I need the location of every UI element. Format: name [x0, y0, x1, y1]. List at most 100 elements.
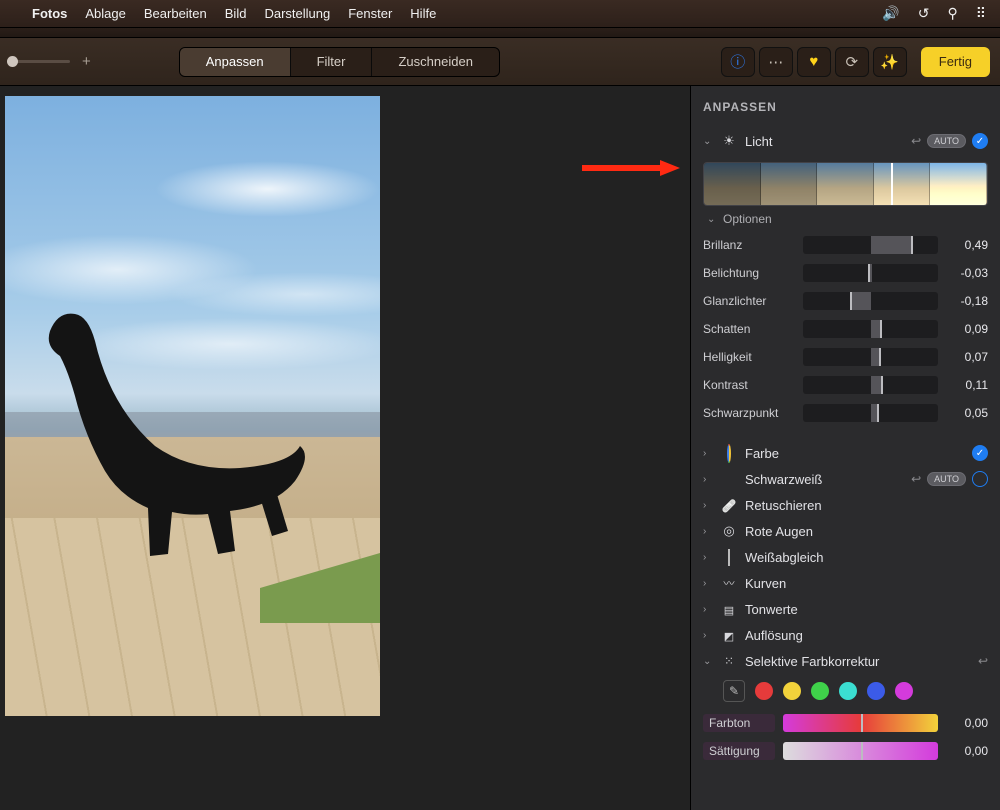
tab-adjust[interactable]: Anpassen [180, 48, 291, 76]
slider-label: Farbton [703, 714, 775, 732]
retouch-icon [721, 498, 737, 513]
menu-help[interactable]: Hilfe [410, 6, 436, 21]
section-bw-label: Schwarzweiß [745, 472, 903, 487]
app-name[interactable]: Fotos [32, 6, 67, 21]
undo-icon[interactable]: ↩ [911, 134, 921, 148]
more-button[interactable]: ⋯ [759, 47, 793, 77]
section-color[interactable]: › Farbe ✓ [703, 440, 988, 466]
slider-hue[interactable]: Farbton 0,00 [703, 710, 988, 735]
chevron-right-icon: › [703, 526, 713, 537]
slider-belichtung[interactable]: Belichtung -0,03 [703, 260, 988, 285]
swatch-cyan[interactable] [839, 682, 857, 700]
menu-window[interactable]: Fenster [348, 6, 392, 21]
slider-label: Helligkeit [703, 350, 795, 364]
slider-label: Belichtung [703, 266, 795, 280]
slider-label: Sättigung [703, 742, 775, 760]
swatch-red[interactable] [755, 682, 773, 700]
chevron-down-icon: ⌄ [703, 656, 713, 667]
slider-label: Glanzlichter [703, 294, 795, 308]
done-button[interactable]: Fertig [921, 47, 990, 77]
slider-label: Brillanz [703, 238, 795, 252]
mode-segmented-control: Anpassen Filter Zuschneiden [179, 47, 500, 77]
section-color-label: Farbe [745, 446, 964, 461]
zoom-slider[interactable] [10, 60, 70, 63]
swatch-yellow[interactable] [783, 682, 801, 700]
chevron-right-icon: › [703, 604, 713, 615]
auto-button[interactable]: AUTO [927, 134, 966, 148]
slider-value: 0,09 [946, 322, 988, 336]
chevron-down-icon: ⌄ [703, 136, 713, 147]
favorite-button[interactable]: ♥ [797, 47, 831, 77]
slider-kontrast[interactable]: Kontrast0,11 [703, 372, 988, 397]
info-button[interactable]: ⓘ [721, 47, 755, 77]
section-redeye[interactable]: › Rote Augen [703, 518, 988, 544]
swatch-magenta[interactable] [895, 682, 913, 700]
light-thumbnail-strip[interactable] [703, 162, 988, 206]
chevron-right-icon: › [703, 448, 713, 459]
section-bw[interactable]: › Schwarzweiß ↩ AUTO [703, 466, 988, 492]
section-redeye-label: Rote Augen [745, 524, 988, 539]
section-definition[interactable]: › Auflösung [703, 622, 988, 648]
light-options-header[interactable]: ⌄ Optionen [707, 212, 988, 226]
slider-value: 0,07 [946, 350, 988, 364]
menu-view[interactable]: Darstellung [264, 6, 330, 21]
curves-icon [721, 575, 737, 591]
slider-schatten[interactable]: Schatten 0,09 [703, 316, 988, 341]
window-titlebar [0, 28, 1000, 38]
control-center-icon[interactable]: ⠿ [976, 5, 986, 22]
photo-preview [5, 96, 380, 716]
color-icon [727, 444, 731, 463]
undo-icon[interactable]: ↩ [978, 654, 988, 668]
slider-value: -0,03 [946, 266, 988, 280]
section-selective-color-label: Selektive Farbkorrektur [745, 654, 970, 669]
section-light-label: Licht [745, 134, 903, 149]
rotate-button[interactable]: ⟳ [835, 47, 869, 77]
swatch-blue[interactable] [867, 682, 885, 700]
menu-edit[interactable]: Bearbeiten [144, 6, 207, 21]
section-whitebalance-label: Weißabgleich [745, 550, 988, 565]
adjust-sidebar: ANPASSEN ⌄ ☀ Licht ↩ AUTO ✓ ⌄ Optionen B… [690, 86, 1000, 810]
undo-icon[interactable]: ↩ [911, 472, 921, 486]
section-curves[interactable]: › Kurven [703, 570, 988, 596]
color-swatch-row: ✎ [723, 680, 988, 702]
section-light[interactable]: ⌄ ☀ Licht ↩ AUTO ✓ [703, 128, 988, 154]
chevron-down-icon: ⌄ [707, 214, 717, 225]
slider-brillanz[interactable]: Brillanz0,49 [703, 232, 988, 257]
menu-file[interactable]: Ablage [85, 6, 125, 21]
selective-color-icon: ⁙ [721, 654, 737, 668]
edit-toolbar: + Anpassen Filter Zuschneiden ⓘ ⋯ ♥ ⟳ ✨ … [0, 38, 1000, 86]
timemachine-icon[interactable]: ↺ [918, 5, 930, 22]
menu-image[interactable]: Bild [225, 6, 247, 21]
swatch-green[interactable] [811, 682, 829, 700]
section-disabled-check-icon[interactable] [972, 471, 988, 487]
tab-crop[interactable]: Zuschneiden [372, 48, 498, 76]
eyedropper-button[interactable]: ✎ [723, 680, 745, 702]
slider-value: 0,00 [946, 716, 988, 730]
volume-icon[interactable]: 🔊 [882, 5, 899, 22]
tab-filter[interactable]: Filter [291, 48, 373, 76]
section-enabled-check-icon[interactable]: ✓ [972, 133, 988, 149]
slider-schwarzpunkt[interactable]: Schwarzpunkt0,05 [703, 400, 988, 425]
auto-button[interactable]: AUTO [927, 472, 966, 486]
section-levels[interactable]: › Tonwerte [703, 596, 988, 622]
slider-value: 0,00 [946, 744, 988, 758]
slider-value: 0,05 [946, 406, 988, 420]
bluetooth-icon[interactable]: ⚲ [947, 5, 957, 22]
slider-saturation[interactable]: Sättigung 0,00 [703, 738, 988, 763]
section-retouch[interactable]: › Retuschieren [703, 492, 988, 518]
section-curves-label: Kurven [745, 576, 988, 591]
section-whitebalance[interactable]: › Weißabgleich [703, 544, 988, 570]
light-icon: ☀ [721, 133, 737, 149]
enhance-button[interactable]: ✨ [873, 47, 907, 77]
section-enabled-check-icon[interactable]: ✓ [972, 445, 988, 461]
slider-label: Schatten [703, 322, 795, 336]
slider-helligkeit[interactable]: Helligkeit 0,07 [703, 344, 988, 369]
section-retouch-label: Retuschieren [745, 498, 988, 513]
chevron-right-icon: › [703, 474, 713, 485]
zoom-in-icon[interactable]: + [82, 53, 91, 70]
annotation-arrow [580, 158, 680, 178]
slider-glanzlichter[interactable]: Glanzlichter-0,18 [703, 288, 988, 313]
section-definition-label: Auflösung [745, 628, 988, 643]
photo-canvas[interactable] [0, 86, 690, 810]
section-selective-color[interactable]: ⌄ ⁙ Selektive Farbkorrektur ↩ [703, 648, 988, 674]
